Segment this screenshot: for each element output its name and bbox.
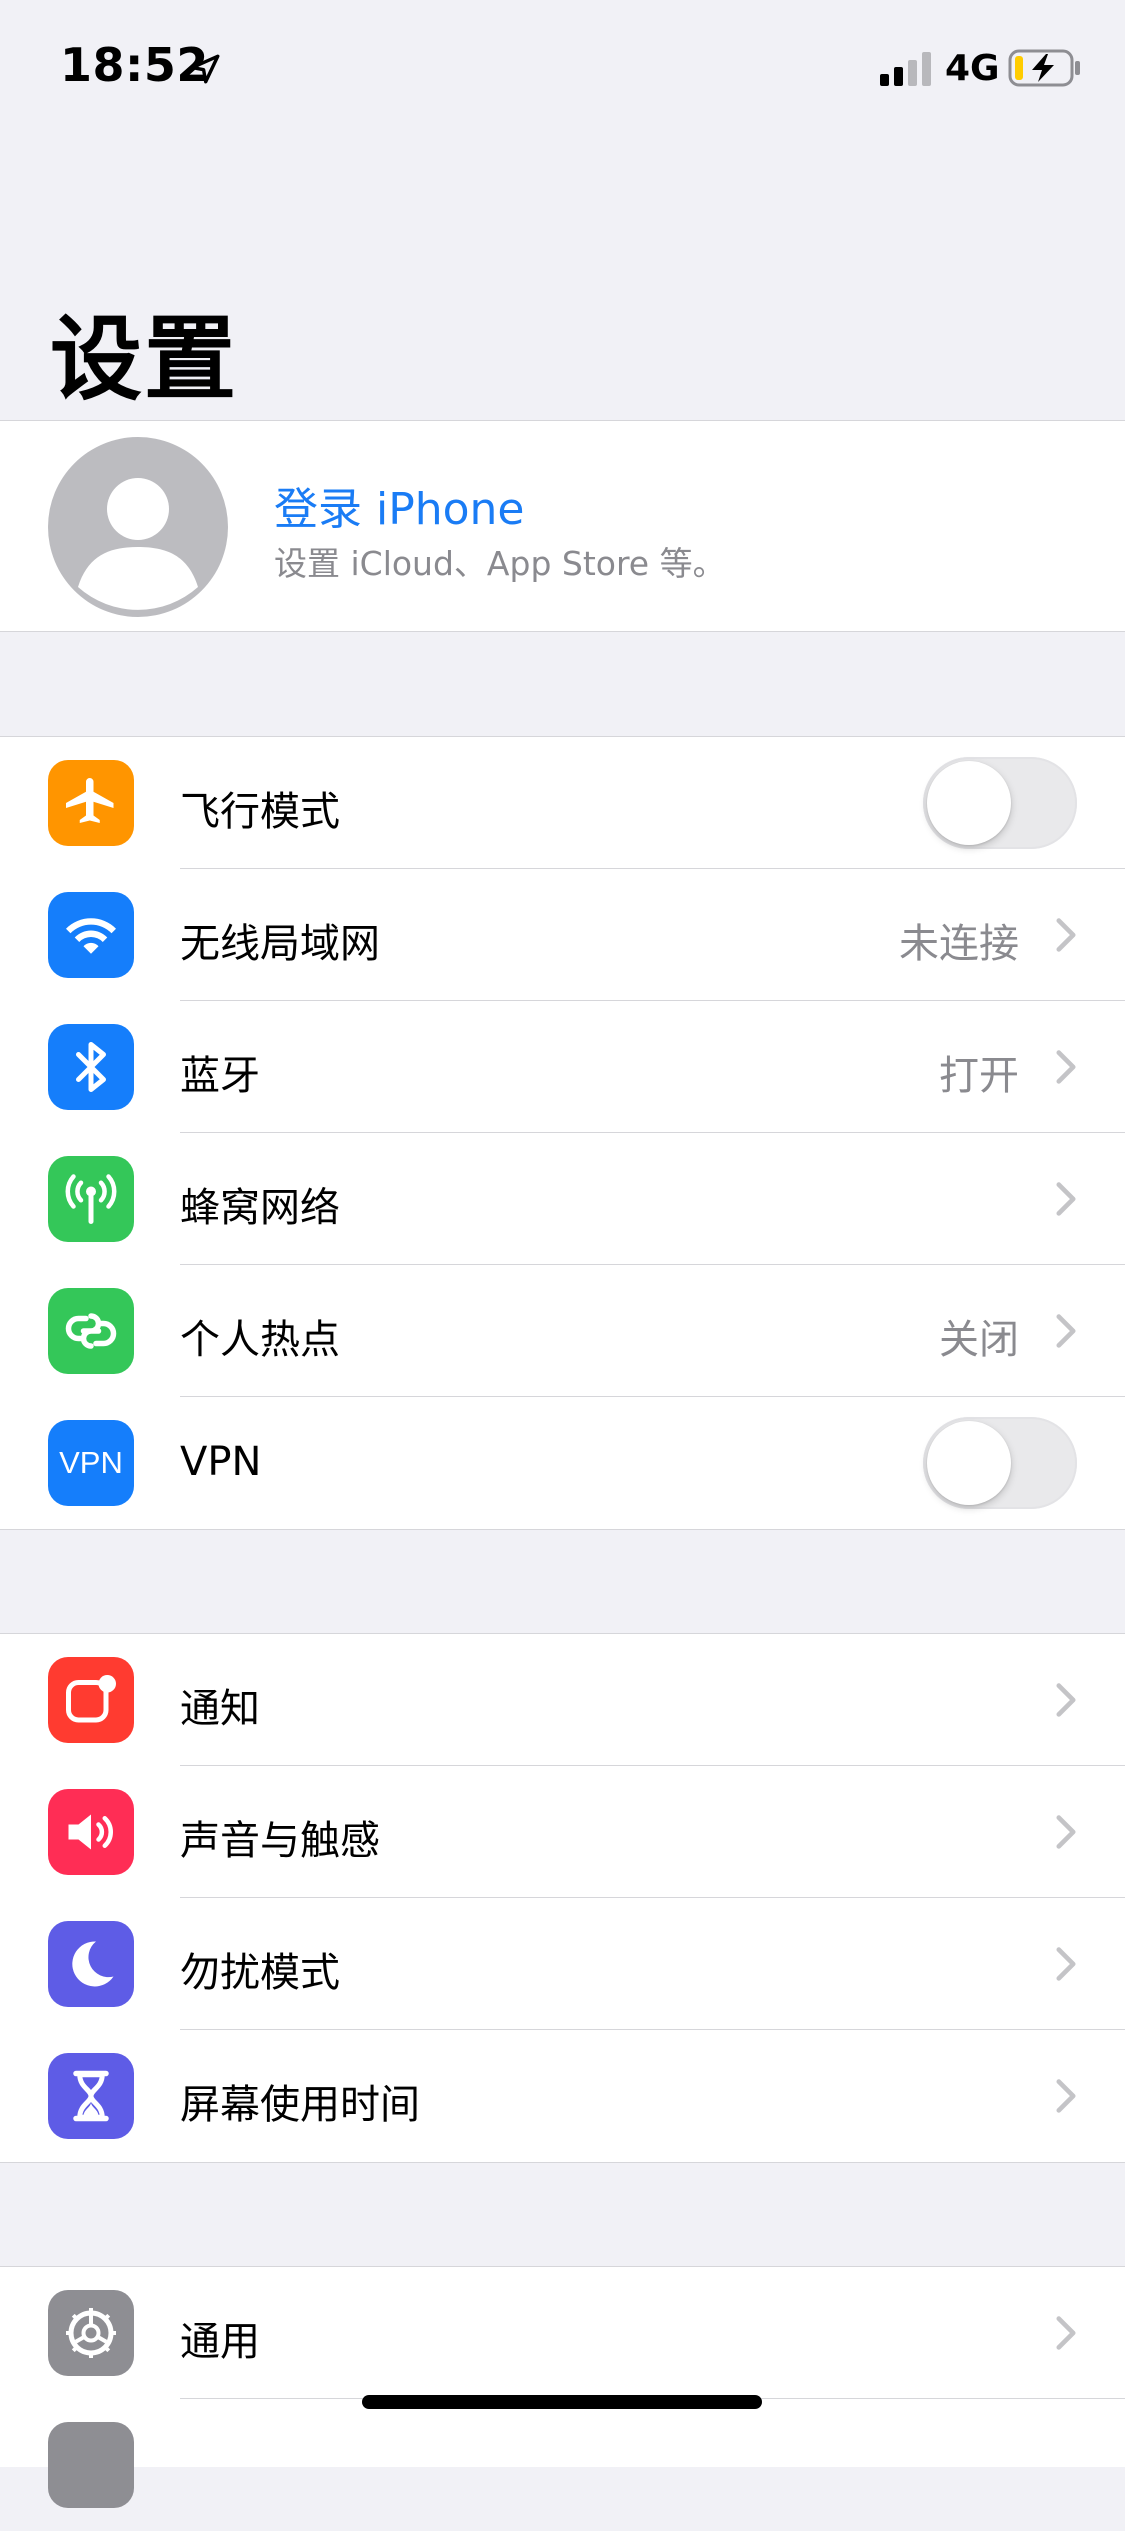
- settings-row-bluetooth[interactable]: 蓝牙 打开: [0, 1001, 1125, 1133]
- settings-row-airplane[interactable]: 飞行模式: [0, 737, 1125, 869]
- settings-group-general: 通用: [0, 2266, 1125, 2508]
- battery-charging-icon: [1008, 49, 1080, 87]
- home-indicator[interactable]: [362, 2395, 762, 2409]
- chevron-right-icon: [1055, 1181, 1077, 1217]
- wifi-icon: [48, 892, 134, 978]
- settings-row-notifications[interactable]: 通知: [0, 1634, 1125, 1766]
- chevron-right-icon: [1055, 2078, 1077, 2114]
- page-title: 设置: [50, 306, 239, 413]
- settings-row-sound[interactable]: 声音与触感: [0, 1766, 1125, 1898]
- chevron-right-icon: [1055, 1682, 1077, 1718]
- chevron-right-icon: [1055, 1313, 1077, 1349]
- hourglass-icon: [48, 2053, 134, 2139]
- settings-row-value: 打开: [939, 1053, 1019, 1099]
- location-arrow-icon: [190, 54, 220, 84]
- settings-row-cellular[interactable]: 蜂窝网络: [0, 1133, 1125, 1265]
- settings-row-label: 飞行模式: [180, 789, 340, 835]
- bluetooth-icon: [48, 1024, 134, 1110]
- settings-row-label: 通知: [180, 1686, 260, 1732]
- settings-group-notifications: 通知声音与触感勿扰模式屏幕使用时间: [0, 1633, 1125, 2163]
- signin-subtitle: 设置 iCloud、App Store 等。: [274, 544, 726, 583]
- chevron-right-icon: [1055, 1049, 1077, 1085]
- signal-strength-icon: [880, 52, 931, 86]
- settings-row-hotspot[interactable]: 个人热点 关闭: [0, 1265, 1125, 1397]
- avatar-placeholder-icon: [48, 437, 228, 617]
- chevron-right-icon: [1055, 917, 1077, 953]
- airplane-icon: [48, 760, 134, 846]
- settings-row-label: 蓝牙: [180, 1053, 260, 1099]
- network-type: 4G: [945, 48, 1000, 89]
- sound-icon: [48, 1789, 134, 1875]
- toggle-switch[interactable]: [923, 1417, 1077, 1509]
- vpn-icon: VPN: [48, 1420, 134, 1506]
- chevron-right-icon: [1055, 1814, 1077, 1850]
- settings-row-partial[interactable]: [0, 2399, 1125, 2531]
- signin-title: 登录 iPhone: [274, 484, 525, 535]
- cellular-icon: [48, 1156, 134, 1242]
- apple-id-signin-cell[interactable]: 登录 iPhone 设置 iCloud、App Store 等。: [0, 420, 1125, 632]
- notifications-icon: [48, 1657, 134, 1743]
- status-bar: 18:52 4G: [0, 0, 1125, 130]
- toggle-knob: [927, 1421, 1011, 1505]
- settings-row-moon[interactable]: 勿扰模式: [0, 1898, 1125, 2030]
- settings-row-hourglass[interactable]: 屏幕使用时间: [0, 2030, 1125, 2162]
- status-time: 18:52: [60, 38, 209, 92]
- settings-row-label: 通用: [180, 2319, 260, 2365]
- settings-row-label: 个人热点: [180, 1317, 340, 1363]
- toggle-knob: [927, 761, 1011, 845]
- settings-row-label: 声音与触感: [180, 1818, 380, 1864]
- settings-group-connectivity: 飞行模式无线局域网 未连接蓝牙 打开蜂窝网络个人热点 关闭 VPN VPN: [0, 736, 1125, 1530]
- chevron-right-icon: [1055, 1946, 1077, 1982]
- settings-row-value: 未连接: [899, 921, 1019, 967]
- toggle-switch[interactable]: [923, 757, 1077, 849]
- settings-row-wifi[interactable]: 无线局域网 未连接: [0, 869, 1125, 1001]
- control-center-icon: [48, 2422, 134, 2508]
- settings-row-label: 勿扰模式: [180, 1950, 340, 1996]
- gear-icon: [48, 2290, 134, 2376]
- settings-row-label: 屏幕使用时间: [180, 2082, 420, 2128]
- settings-row-gear[interactable]: 通用: [0, 2267, 1125, 2399]
- settings-row-label: 蜂窝网络: [180, 1185, 340, 1231]
- settings-row-label: 无线局域网: [180, 921, 380, 967]
- settings-row-label: VPN: [180, 1439, 262, 1485]
- vpn-icon-text: VPN: [59, 1445, 123, 1480]
- chevron-right-icon: [1055, 2315, 1077, 2351]
- moon-icon: [48, 1921, 134, 2007]
- hotspot-icon: [48, 1288, 134, 1374]
- settings-row-vpn[interactable]: VPN VPN: [0, 1397, 1125, 1529]
- settings-row-value: 关闭: [939, 1317, 1019, 1363]
